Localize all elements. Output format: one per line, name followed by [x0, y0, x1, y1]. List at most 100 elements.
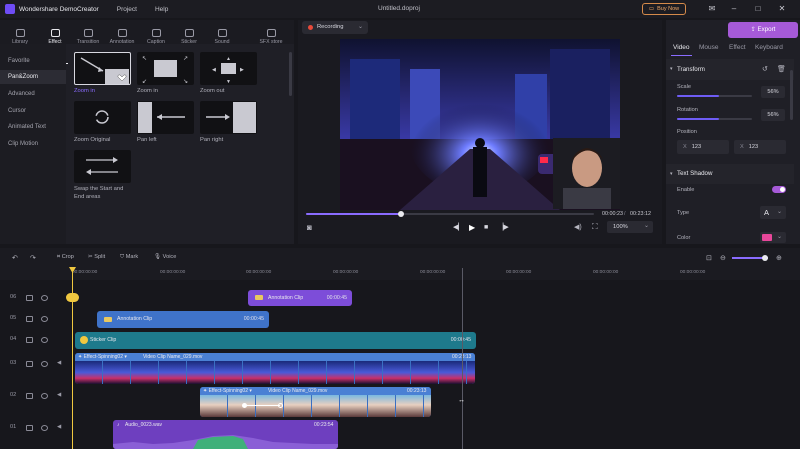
- prop-tab-mouse[interactable]: Mouse: [699, 44, 719, 51]
- eye-icon[interactable]: [41, 425, 48, 431]
- progress-handle[interactable]: [398, 211, 405, 217]
- buy-now-label: Buy Now: [657, 6, 680, 12]
- properties-scrollbar[interactable]: [790, 70, 793, 120]
- effect-thumb-zoom-original[interactable]: [74, 101, 131, 134]
- annotation-clip-05[interactable]: Annotation Clip 00:00:45: [97, 311, 269, 328]
- redo-icon[interactable]: ↷: [30, 254, 36, 262]
- lock-icon[interactable]: [26, 295, 33, 301]
- zoom-out-icon[interactable]: ⊖: [720, 254, 726, 262]
- effects-scrollbar[interactable]: [289, 52, 292, 96]
- effect-badge[interactable]: ✦ Effect-Spinning02 ▾: [78, 354, 127, 360]
- playhead-marker[interactable]: [66, 293, 79, 302]
- prop-tab-keyboard[interactable]: Keyboard: [755, 44, 783, 51]
- video-clip-02[interactable]: ✦ Effect-Spinning02 ▾ Video Clip Name_02…: [200, 387, 431, 417]
- sticker-clip-04[interactable]: Sticker Clip 00:00:45: [75, 332, 476, 349]
- tab-sound[interactable]: Sound: [205, 29, 239, 45]
- rotation-value[interactable]: 56%: [761, 109, 785, 121]
- lock-icon[interactable]: [26, 316, 33, 322]
- tab-sfx-store[interactable]: SFX store: [252, 29, 290, 45]
- keyframe-end[interactable]: [278, 403, 283, 408]
- position-y-field[interactable]: X 123: [734, 140, 786, 154]
- video-clip-03[interactable]: ✦ Effect-Spinning02 ▾ Video Clip Name_02…: [75, 353, 475, 384]
- category-clip-motion[interactable]: Clip Motion: [0, 137, 66, 151]
- speaker-icon[interactable]: ◀: [57, 392, 61, 398]
- effect-thumb-pan-right[interactable]: [200, 101, 257, 134]
- prop-tab-effect[interactable]: Effect: [729, 44, 746, 51]
- tab-caption[interactable]: Caption: [139, 29, 173, 45]
- delete-icon[interactable]: 🗑: [777, 65, 786, 73]
- shadow-collapse-icon[interactable]: ▾: [670, 171, 673, 177]
- step-back-icon[interactable]: ◀▏: [453, 223, 464, 231]
- minimize-icon[interactable]: –: [728, 3, 740, 15]
- tab-sticker[interactable]: Sticker: [172, 29, 206, 45]
- tab-effect[interactable]: Effect: [38, 29, 72, 45]
- tab-annotation[interactable]: Annotation: [104, 29, 140, 45]
- enable-toggle[interactable]: [772, 186, 786, 193]
- audio-clip-01[interactable]: ♪ Audio_0023.wav 00:23:54: [113, 420, 338, 449]
- zoom-select[interactable]: 100% ⌄: [607, 221, 653, 233]
- voice-button[interactable]: 🎙 Voice: [154, 254, 176, 260]
- speaker-icon[interactable]: ◀: [57, 360, 61, 366]
- svg-text:↖: ↖: [142, 56, 147, 62]
- eye-icon[interactable]: [41, 361, 48, 367]
- lock-icon[interactable]: [26, 337, 33, 343]
- timeline-zoom-handle[interactable]: [762, 255, 768, 261]
- collapse-icon[interactable]: ▾: [670, 66, 673, 72]
- menu-project[interactable]: Project: [117, 6, 137, 13]
- reset-icon[interactable]: ↺: [762, 65, 768, 73]
- category-advanced[interactable]: Advanced: [0, 87, 66, 101]
- close-icon[interactable]: ✕: [776, 3, 788, 15]
- lock-icon[interactable]: [26, 361, 33, 367]
- menu-help[interactable]: Help: [155, 6, 168, 13]
- eye-icon[interactable]: [41, 393, 48, 399]
- prop-tab-video[interactable]: Video: [673, 44, 690, 51]
- chevron-down-icon: ⌄: [358, 24, 364, 30]
- category-cursor[interactable]: Cursor: [0, 104, 66, 118]
- effect-thumb-swap[interactable]: [74, 150, 131, 183]
- color-picker[interactable]: ⌄: [760, 232, 786, 243]
- lock-icon[interactable]: [26, 393, 33, 399]
- lock-icon[interactable]: [26, 425, 33, 431]
- maximize-icon[interactable]: □: [752, 3, 764, 15]
- keyframe-start[interactable]: [242, 403, 247, 408]
- effect-badge[interactable]: ✦ Effect-Spinning02 ▾: [203, 388, 252, 394]
- type-select[interactable]: A ⌄: [760, 206, 786, 219]
- timeline-zoom-slider[interactable]: [732, 255, 768, 261]
- export-button[interactable]: ⇪ Export: [728, 22, 798, 38]
- scale-value[interactable]: 56%: [761, 86, 785, 98]
- zoom-in-icon[interactable]: ⊕: [776, 254, 782, 262]
- annotation-clip-06[interactable]: Annotation Clip 00:00:45: [248, 290, 352, 306]
- play-icon[interactable]: ▶: [469, 223, 475, 232]
- preview-progress-track[interactable]: [306, 211, 594, 217]
- volume-icon[interactable]: ◀): [574, 223, 582, 231]
- buy-now-button[interactable]: ▭ Buy Now: [642, 3, 686, 15]
- position-x-field[interactable]: X 123: [677, 140, 729, 154]
- category-favorite[interactable]: Favorite: [0, 54, 66, 68]
- category-pan-zoom[interactable]: Pan&Zoom: [0, 70, 66, 84]
- fullscreen-icon[interactable]: ⛶: [592, 222, 598, 232]
- eye-icon[interactable]: [41, 337, 48, 343]
- speaker-icon[interactable]: ◀: [57, 424, 61, 430]
- effect-thumb-pan-left[interactable]: [137, 101, 194, 134]
- screenshot-icon[interactable]: ◙: [307, 223, 312, 232]
- effect-thumb-zoom-in-2[interactable]: ↖ ↗ ↙ ↘: [137, 52, 194, 85]
- scale-slider[interactable]: [677, 95, 752, 97]
- split-button[interactable]: ✂ Split: [88, 254, 105, 260]
- effect-thumb-zoom-out[interactable]: ▲ ▼ ◀ ▶: [200, 52, 257, 85]
- effect-thumb-zoom-in[interactable]: [74, 52, 131, 85]
- tab-library[interactable]: Library: [3, 29, 37, 45]
- rotation-slider[interactable]: [677, 118, 752, 120]
- recording-dropdown[interactable]: Recording ⌄: [302, 21, 368, 34]
- tab-sound-label: Sound: [214, 39, 230, 45]
- crop-button[interactable]: ⌗ Crop: [57, 254, 74, 261]
- eye-icon[interactable]: [41, 316, 48, 322]
- mark-button[interactable]: ⛉ Mark: [120, 254, 138, 261]
- mail-icon[interactable]: ✉: [706, 3, 718, 15]
- eye-icon[interactable]: [41, 295, 48, 301]
- step-forward-icon[interactable]: ▕▶: [498, 223, 509, 231]
- fit-icon[interactable]: ⊡: [706, 254, 712, 262]
- category-animated-text[interactable]: Animated Text: [0, 120, 66, 134]
- undo-icon[interactable]: ↶: [12, 254, 18, 262]
- stop-icon[interactable]: ■: [484, 224, 488, 231]
- tab-transition[interactable]: Transition: [71, 29, 105, 45]
